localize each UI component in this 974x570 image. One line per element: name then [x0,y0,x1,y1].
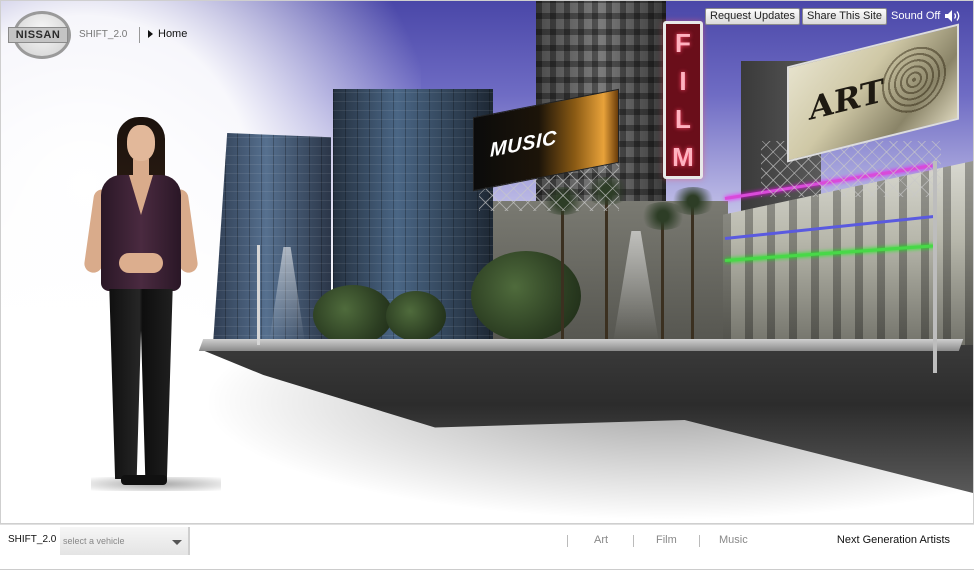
nissan-logo[interactable]: NISSAN [8,11,71,59]
presenter-pants [109,289,173,479]
presenter-feet [121,475,167,485]
palm-tree [669,187,717,346]
presenter-woman [83,115,199,489]
film-letter: M [672,142,694,172]
tree [471,251,581,341]
palm-tree [583,177,631,341]
chevron-down-icon [172,540,182,545]
presenter-face [127,125,155,161]
nissan-logo-text: NISSAN [8,27,68,43]
footer-link-film[interactable]: Film [656,534,677,546]
footer-link-music[interactable]: Music [719,534,748,546]
share-site-button[interactable]: Share This Site [802,8,888,25]
footer-link-art[interactable]: Art [594,534,608,546]
film-letter: F [675,28,691,58]
film-letter: L [675,104,691,134]
palm-tree [539,187,587,341]
footer-divider [633,535,634,547]
breadcrumb[interactable]: Home [148,28,187,40]
street-lamp [257,245,260,345]
footer-divider [567,535,568,547]
sidewalk [198,339,964,351]
art-billboard-label: ART [809,71,884,128]
footer-brand: SHIFT_2.0 [8,534,57,545]
music-billboard-label: MUSIC [490,126,557,162]
speaker-icon [945,10,960,22]
play-arrow-icon [148,30,153,38]
palm-tree [639,202,687,346]
street-lamp [933,161,937,373]
vehicle-select[interactable]: select a vehicle [60,527,190,555]
city-scene: MUSIC F I L M ART NISSAN SHIFT_2.0 Home … [0,0,974,524]
film-letter: I [679,66,687,96]
film-sign[interactable]: F I L M [663,21,703,179]
sound-label: Sound Off [891,10,941,22]
request-updates-button[interactable]: Request Updates [705,8,800,25]
header-divider [139,27,140,43]
sound-toggle[interactable]: Sound Off [891,9,962,23]
tree [313,285,393,345]
brand-label: SHIFT_2.0 [79,29,128,40]
breadcrumb-home: Home [158,28,188,40]
tree [386,291,446,341]
footer-divider [699,535,700,547]
vehicle-select-value: select a vehicle [63,536,125,546]
presenter-hands [119,253,163,273]
next-generation-artists-link[interactable]: Next Generation Artists [837,534,950,546]
footer-bar: SHIFT_2.0 select a vehicle Art Film Musi… [0,524,974,570]
